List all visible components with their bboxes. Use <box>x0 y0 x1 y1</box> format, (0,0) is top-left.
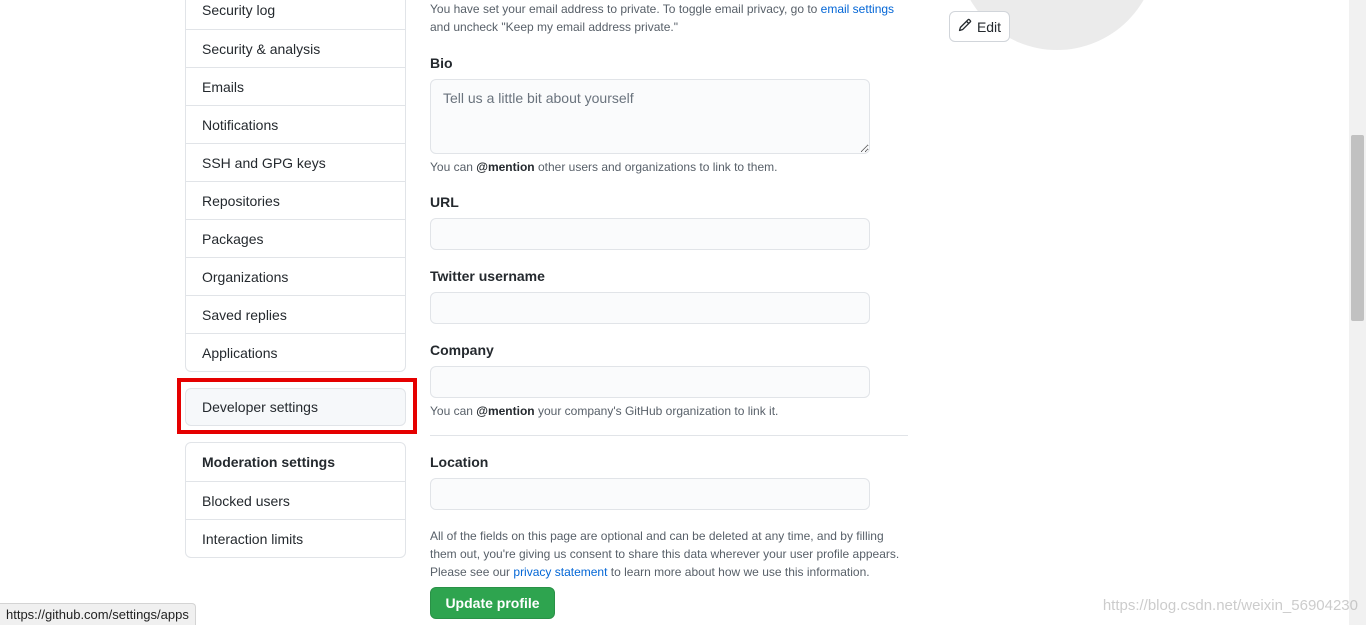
settings-page: Security log Security & analysis Emails … <box>0 0 1366 625</box>
sidebar-item-label: Packages <box>202 230 264 247</box>
sidebar-item-ssh-gpg-keys[interactable]: SSH and GPG keys <box>186 143 405 181</box>
sidebar-item-developer-settings[interactable]: Developer settings <box>186 389 405 425</box>
avatar-edit-button[interactable]: Edit <box>949 11 1010 42</box>
sidebar-item-emails[interactable]: Emails <box>186 67 405 105</box>
scrollbar-thumb[interactable] <box>1351 135 1364 321</box>
sidebar-item-label: Organizations <box>202 268 289 285</box>
hint-text: other users and organizations to link to… <box>534 160 778 174</box>
sidebar-item-packages[interactable]: Packages <box>186 219 405 257</box>
sidebar-item-security-analysis[interactable]: Security & analysis <box>186 29 405 67</box>
moderation-settings-menu: Moderation settings Blocked users Intera… <box>185 442 406 558</box>
browser-status-bar: https://github.com/settings/apps <box>0 603 196 625</box>
consent-text-4: to learn more about how we use this info… <box>607 565 870 579</box>
hint-text: You can <box>430 160 477 174</box>
bio-label: Bio <box>430 55 453 71</box>
company-label: Company <box>430 342 494 358</box>
bio-textarea[interactable] <box>430 79 870 154</box>
sidebar-item-label: Saved replies <box>202 306 287 323</box>
settings-sidebar-menu: Security log Security & analysis Emails … <box>185 0 406 372</box>
email-note-text: You have set your email address to priva… <box>430 2 821 16</box>
consent-text-2: them out, you're giving us consent to sh… <box>430 547 900 561</box>
url-label: URL <box>430 194 459 210</box>
sidebar-item-label: Security & analysis <box>202 40 321 57</box>
hint-text: your company's GitHub organization to li… <box>534 404 779 418</box>
sidebar-item-label: Blocked users <box>202 492 290 509</box>
sidebar-item-label: Emails <box>202 78 245 95</box>
sidebar-item-notifications[interactable]: Notifications <box>186 105 405 143</box>
page-scrollbar[interactable] <box>1349 0 1366 625</box>
hint-mention: @mention <box>476 160 535 174</box>
location-label: Location <box>430 454 489 470</box>
sidebar-item-label: SSH and GPG keys <box>202 154 326 171</box>
sidebar-item-label: Developer settings <box>202 399 318 415</box>
edit-label: Edit <box>976 18 1002 35</box>
consent-text-1: All of the fields on this page are optio… <box>430 529 884 543</box>
url-input[interactable] <box>430 218 870 250</box>
privacy-statement-link[interactable]: privacy statement <box>513 565 607 579</box>
moderation-settings-heading: Moderation settings <box>186 443 405 481</box>
twitter-label: Twitter username <box>430 268 545 284</box>
sidebar-item-blocked-users[interactable]: Blocked users <box>186 481 405 519</box>
hint-text: You can <box>430 404 477 418</box>
sidebar-item-applications[interactable]: Applications <box>186 333 405 371</box>
consent-text-3: Please see our <box>430 565 514 579</box>
sidebar-item-saved-replies[interactable]: Saved replies <box>186 295 405 333</box>
email-note-text-2: and uncheck "Keep my email address priva… <box>430 20 678 34</box>
sidebar-item-label: Security log <box>202 2 276 18</box>
sidebar-item-label: Interaction limits <box>202 530 304 547</box>
sidebar-item-interaction-limits[interactable]: Interaction limits <box>186 519 405 557</box>
email-privacy-note: You have set your email address to priva… <box>430 0 910 36</box>
profile-consent-note: All of the fields on this page are optio… <box>430 527 910 581</box>
section-divider <box>430 435 908 436</box>
hint-mention: @mention <box>476 404 535 418</box>
menu-heading-label: Moderation settings <box>202 454 336 470</box>
location-input[interactable] <box>430 478 870 510</box>
developer-settings-menu: Developer settings <box>185 388 406 426</box>
sidebar-item-label: Notifications <box>202 116 279 133</box>
twitter-username-input[interactable] <box>430 292 870 324</box>
watermark-text: https://blog.csdn.net/weixin_56904230 <box>1102 597 1358 614</box>
bio-hint: You can @mention other users and organiz… <box>430 160 777 174</box>
sidebar-item-repositories[interactable]: Repositories <box>186 181 405 219</box>
company-input[interactable] <box>430 366 870 398</box>
pencil-icon <box>958 18 972 35</box>
email-settings-link[interactable]: email settings <box>821 2 894 16</box>
sidebar-item-label: Repositories <box>202 192 280 209</box>
sidebar-item-label: Applications <box>202 344 278 361</box>
update-profile-button[interactable]: Update profile <box>430 587 555 619</box>
company-hint: You can @mention your company's GitHub o… <box>430 404 778 418</box>
sidebar-item-security-log[interactable]: Security log <box>186 0 405 29</box>
sidebar-item-organizations[interactable]: Organizations <box>186 257 405 295</box>
